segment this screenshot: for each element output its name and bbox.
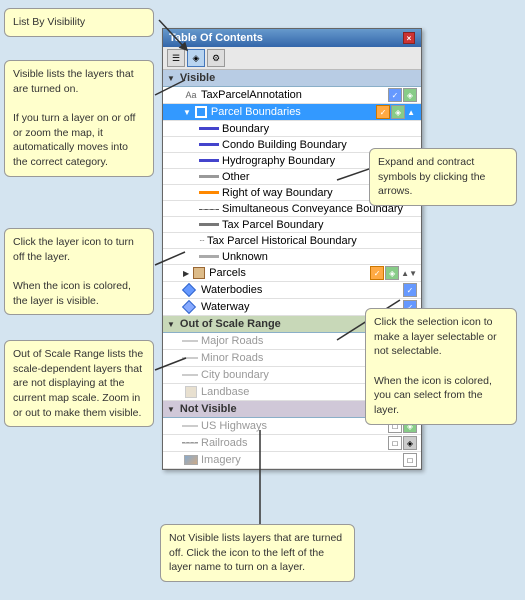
tooltip-visibility-text: List By Visibility [13, 16, 85, 28]
layer-parcels[interactable]: ▶ Parcels ✓ ◈ ▲▼ [163, 265, 421, 282]
list-view-button[interactable]: ☰ [167, 49, 185, 67]
layer-name-tax-parcel-boundary: Tax Parcel Boundary [222, 219, 417, 231]
tooltip-visible-description: Visible lists the layers that are turned… [4, 60, 154, 177]
city-boundary-icon [183, 368, 199, 382]
out-of-scale-expand-arrow[interactable]: ▼ [167, 320, 175, 329]
tax-parcel-symbol [199, 223, 219, 226]
parcels-icon [191, 266, 207, 280]
tooltip-list-by-visibility: List By Visibility [4, 8, 154, 37]
other-symbol [199, 175, 219, 178]
visibility-toggle-imagery[interactable]: □ [403, 453, 417, 467]
layer-tax-parcel-historical[interactable]: ··· Tax Parcel Historical Boundary [163, 233, 421, 249]
layer-railroads[interactable]: Railroads □ ◈ [163, 435, 421, 452]
layer-unknown[interactable]: Unknown [163, 249, 421, 265]
tooltip-expand: Expand and contract symbols by clicking … [369, 148, 517, 206]
selection-toggle-taxparcel[interactable]: ◈ [403, 88, 417, 102]
layer-tax-parcel-annotation[interactable]: Aa TaxParcelAnnotation ✓ ◈ [163, 87, 421, 104]
tooltip-selection-text: Click the selection icon to make a layer… [374, 316, 497, 416]
tooltip-not-visible-text: Not Visible lists layers that are turned… [169, 532, 342, 573]
conveyance-symbol [199, 209, 219, 210]
parcels-arrows[interactable]: ▲▼ [401, 269, 417, 278]
parcel-boundaries-icon [193, 105, 209, 119]
tooltip-expand-text: Expand and contract symbols by clicking … [378, 156, 485, 197]
layer-name-waterbodies: Waterbodies [201, 284, 402, 296]
properties-button[interactable]: ⚙ [207, 49, 225, 67]
section-out-of-scale-label: Out of Scale Range [180, 318, 281, 330]
layer-name-parcels: Parcels [209, 267, 369, 279]
layer-name-taxparcel-annotation: TaxParcelAnnotation [201, 89, 387, 101]
layer-parcel-boundaries[interactable]: ▼ Parcel Boundaries ✓ ◈ ▲ [163, 104, 421, 121]
waterway-icon [183, 300, 199, 314]
tooltip-out-of-scale: Out of Scale Range lists the scale-depen… [4, 340, 154, 427]
selection-toggle-railroads[interactable]: ◈ [403, 436, 417, 450]
tooltip-layer-icon: Click the layer icon to turn off the lay… [4, 228, 154, 315]
hydro-symbol [199, 159, 219, 162]
layer-boundary[interactable]: Boundary [163, 121, 421, 137]
layer-name-unknown: Unknown [222, 251, 417, 263]
tooltip-selection: Click the selection icon to make a layer… [365, 308, 517, 425]
tooltip-layer-icon-text: Click the layer icon to turn off the lay… [13, 236, 134, 307]
toc-title: Table Of Contents [169, 32, 263, 44]
landbase-icon [183, 385, 199, 399]
layer-name-imagery: Imagery [201, 454, 402, 466]
condo-symbol [199, 143, 219, 146]
visibility-toggle-parcels[interactable]: ✓ [370, 266, 384, 280]
parcels-expand-arrow[interactable]: ▶ [183, 269, 189, 278]
annotation-icon: Aa [183, 88, 199, 102]
tooltip-not-visible: Not Visible lists layers that are turned… [160, 524, 355, 582]
visibility-toggle-waterbodies[interactable]: ✓ [403, 283, 417, 297]
toc-toolbar: ☰ ◈ ⚙ [163, 47, 421, 70]
major-roads-icon [183, 334, 199, 348]
parcel-boundaries-expand[interactable]: ▼ [183, 108, 191, 117]
tooltip-out-of-scale-text: Out of Scale Range lists the scale-depen… [13, 348, 143, 419]
imagery-icon [183, 453, 199, 467]
tooltip-visible-text: Visible lists the layers that are turned… [13, 68, 135, 168]
parcel-boundaries-collapse-arrow[interactable]: ▲ [407, 108, 415, 117]
historical-symbol: ··· [199, 236, 204, 245]
toc-titlebar: Table Of Contents × [163, 29, 421, 47]
layer-name-tax-parcel-historical: Tax Parcel Historical Boundary [207, 235, 417, 247]
toc-close-button[interactable]: × [403, 32, 415, 44]
unknown-symbol [199, 255, 219, 258]
bullet-view-button[interactable]: ◈ [187, 49, 205, 67]
visibility-toggle-parcel-boundaries[interactable]: ✓ [376, 105, 390, 119]
not-visible-expand-arrow[interactable]: ▼ [167, 405, 175, 414]
layer-name-parcel-boundaries: Parcel Boundaries [211, 106, 375, 118]
minor-roads-icon [183, 351, 199, 365]
section-not-visible-label: Not Visible [180, 403, 237, 415]
selection-toggle-parcels[interactable]: ◈ [385, 266, 399, 280]
us-highways-icon [183, 419, 199, 433]
visibility-toggle-railroads[interactable]: □ [388, 436, 402, 450]
boundary-symbol [199, 127, 219, 130]
toc-titlebar-buttons: × [403, 32, 415, 44]
layer-tax-parcel-boundary[interactable]: Tax Parcel Boundary [163, 217, 421, 233]
section-visible[interactable]: ▼ Visible [163, 70, 421, 87]
section-visible-label: Visible [180, 72, 215, 84]
visible-expand-arrow[interactable]: ▼ [167, 74, 175, 83]
layer-name-railroads: Railroads [201, 437, 387, 449]
layer-waterbodies[interactable]: Waterbodies ✓ [163, 282, 421, 299]
layer-name-boundary: Boundary [222, 123, 417, 135]
layer-name-us-highways: US Highways [201, 420, 387, 432]
railroads-icon [183, 436, 199, 450]
layer-imagery[interactable]: Imagery □ [163, 452, 421, 469]
visibility-toggle-taxparcel[interactable]: ✓ [388, 88, 402, 102]
row-symbol [199, 191, 219, 194]
selection-toggle-parcel-boundaries[interactable]: ◈ [391, 105, 405, 119]
waterbodies-icon [183, 283, 199, 297]
